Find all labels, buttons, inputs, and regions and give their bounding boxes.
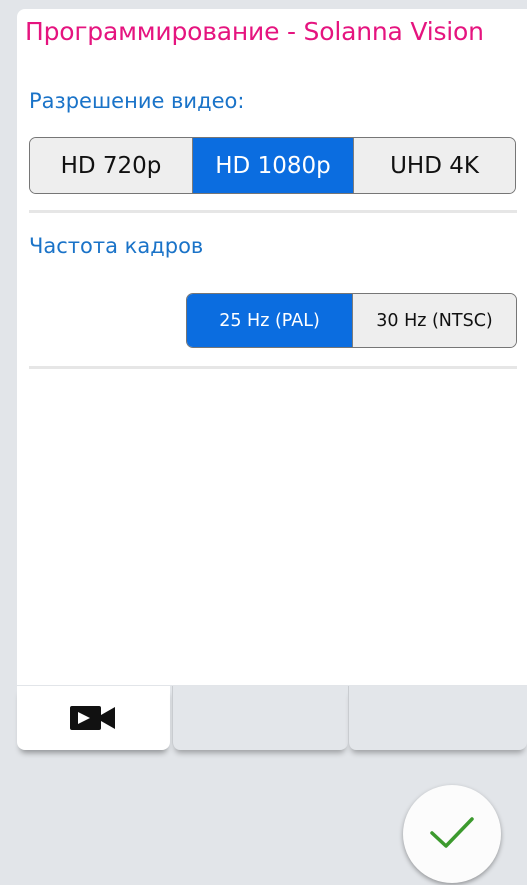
video-camera-icon — [70, 706, 115, 730]
checkmark-icon — [430, 817, 474, 848]
confirm-button[interactable] — [403, 785, 501, 883]
tab-2[interactable] — [172, 686, 348, 750]
frame-rate-label: Частота кадров — [29, 234, 204, 258]
resolution-option-4k[interactable]: UHD 4K — [354, 138, 515, 193]
resolution-option-1080p[interactable]: HD 1080p — [193, 138, 354, 193]
settings-panel: Программирование - Solanna Vision Разреш… — [17, 9, 527, 685]
frame-rate-option-ntsc[interactable]: 30 Hz (NTSC) — [353, 294, 516, 347]
tab-3[interactable] — [348, 686, 527, 750]
bottom-tab-bar — [17, 686, 527, 750]
frame-rate-segmented-control: 25 Hz (PAL) 30 Hz (NTSC) — [186, 293, 517, 348]
divider — [29, 366, 517, 369]
video-resolution-label: Разрешение видео: — [29, 89, 245, 113]
tab-video[interactable] — [17, 686, 170, 750]
resolution-option-720p[interactable]: HD 720p — [30, 138, 193, 193]
frame-rate-option-pal[interactable]: 25 Hz (PAL) — [187, 294, 353, 347]
resolution-segmented-control: HD 720p HD 1080p UHD 4K — [29, 137, 516, 194]
divider — [29, 210, 517, 213]
page-title: Программирование - Solanna Vision — [25, 17, 484, 46]
